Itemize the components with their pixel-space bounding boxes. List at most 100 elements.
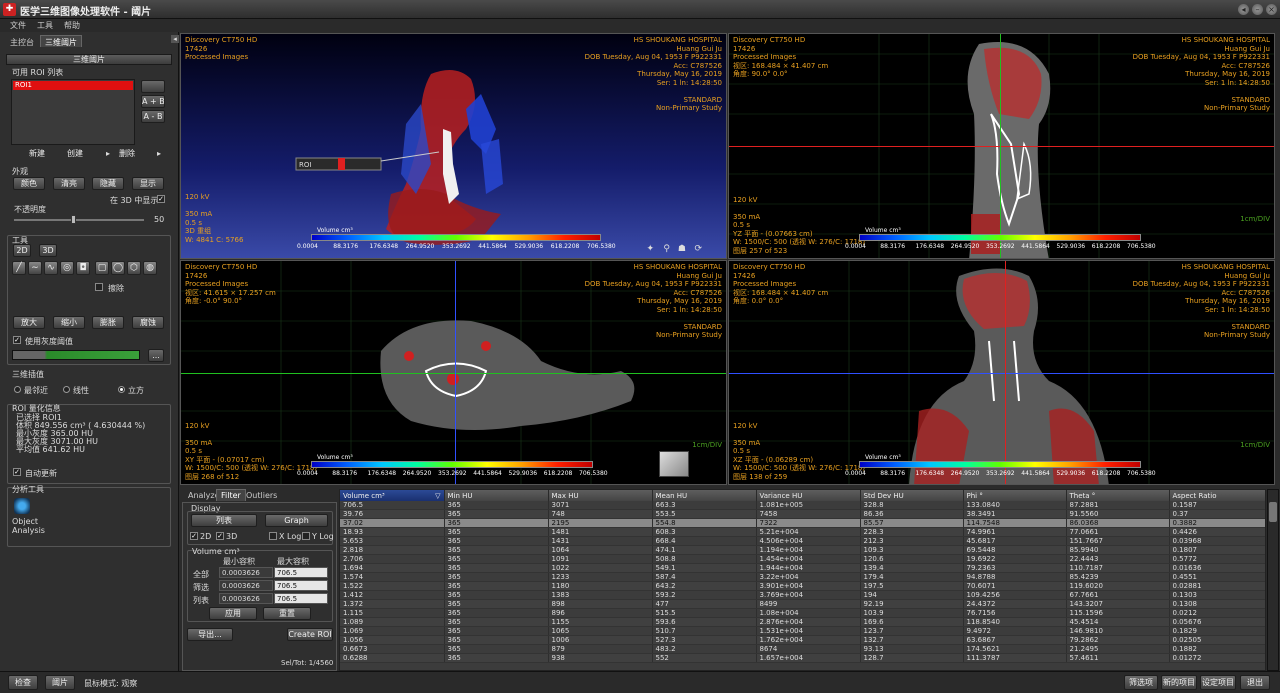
table-cell[interactable]: 0.02881 — [1169, 581, 1265, 592]
table-cell[interactable]: 365 — [444, 635, 549, 646]
table-cell[interactable]: 5.653 — [340, 536, 445, 547]
clear-button[interactable]: 清亮 — [53, 177, 85, 190]
table-cell[interactable]: 169.6 — [860, 617, 964, 628]
table-cell[interactable]: 86.36 — [860, 509, 964, 520]
exit-button[interactable]: 退出 — [1240, 675, 1270, 690]
graph-button[interactable]: Graph — [265, 514, 328, 527]
roi-side-button[interactable] — [141, 80, 165, 93]
table-cell[interactable]: 0.1882 — [1169, 644, 1265, 655]
restore-button[interactable]: ◂ — [1238, 4, 1249, 15]
table-cell[interactable]: 0.0212 — [1169, 608, 1265, 619]
column-header[interactable]: Phi ° — [963, 490, 1067, 501]
reset-button[interactable]: 重置 — [263, 607, 311, 620]
minimize-button[interactable]: – — [1252, 4, 1263, 15]
table-cell[interactable]: 197.5 — [860, 581, 964, 592]
table-cell[interactable]: 365 — [444, 509, 549, 520]
table-row[interactable]: 2.818 365 1064 474.1 1.194e+004 109.3 69.5448 8… — [340, 545, 1265, 556]
table-cell[interactable]: 643.2 — [652, 581, 757, 592]
table-cell[interactable]: 93.13 — [860, 644, 964, 655]
tab-console[interactable]: 主控台 — [6, 36, 38, 48]
table-cell[interactable]: 111.3787 — [963, 653, 1067, 664]
table-cell[interactable]: 0.1308 — [1169, 599, 1265, 610]
table-row[interactable]: 1.069 365 1065 510.7 1.531e+004 123.7 9.4972 14… — [340, 626, 1265, 637]
table-cell[interactable]: 365 — [444, 653, 549, 664]
opacity-slider-handle[interactable] — [70, 215, 76, 224]
zoom-in-button[interactable]: 放大 — [13, 316, 45, 329]
use-threshold-checkbox[interactable]: ✓ — [13, 336, 21, 344]
table-cell[interactable]: 57.4611 — [1066, 653, 1170, 664]
table-cell[interactable]: 7458 — [756, 509, 861, 520]
table-cell[interactable]: 86.0368 — [1066, 518, 1170, 529]
table-cell[interactable]: 587.4 — [652, 572, 757, 583]
camera-icon[interactable]: ☗ — [678, 244, 686, 254]
table-cell[interactable]: 2.818 — [340, 545, 445, 556]
menu-tools[interactable]: 工具 — [37, 20, 53, 31]
table-cell[interactable]: 365 — [444, 572, 549, 583]
min-volume-field[interactable]: 0.0003626 — [219, 567, 273, 578]
table-cell[interactable]: 748 — [548, 509, 653, 520]
opacity-slider[interactable] — [14, 219, 144, 221]
tab-outliers[interactable]: Outliers — [242, 490, 281, 502]
object-analysis-icon[interactable] — [14, 498, 30, 514]
table-cell[interactable]: 22.4443 — [1066, 554, 1170, 565]
table-cell[interactable]: 510.7 — [652, 626, 757, 637]
table-cell[interactable]: 328.8 — [860, 501, 964, 511]
column-header[interactable]: Theta ° — [1066, 490, 1170, 501]
table-cell[interactable]: 1383 — [548, 590, 653, 601]
table-cell[interactable]: 1091 — [548, 554, 653, 565]
table-cell[interactable]: 365 — [444, 527, 549, 538]
table-cell[interactable]: 668.4 — [652, 536, 757, 547]
table-cell[interactable]: 2.706 — [340, 554, 445, 565]
viewport-axial[interactable]: Discovery CT750 HD 17426 Processed Image… — [180, 260, 727, 485]
table-cell[interactable]: 38.3491 — [963, 509, 1067, 520]
table-cell[interactable]: 24.4372 — [963, 599, 1067, 610]
table-cell[interactable]: 1481 — [548, 527, 653, 538]
show-button[interactable]: 显示 — [132, 177, 164, 190]
table-cell[interactable]: 706.5 — [340, 501, 445, 511]
column-header[interactable]: Mean HU — [652, 490, 757, 501]
table-cell[interactable]: 70.6071 — [963, 581, 1067, 592]
table-cell[interactable]: 76.7156 — [963, 608, 1067, 619]
table-scrollbar-thumb[interactable] — [1269, 502, 1277, 522]
chevron-right-icon[interactable]: ▸ — [106, 149, 110, 158]
tab-3d-threshold[interactable]: 三维阈片 — [40, 35, 82, 47]
table-cell[interactable]: 143.3207 — [1066, 599, 1170, 610]
table-cell[interactable]: 593.6 — [652, 617, 757, 628]
table-cell[interactable]: 365 — [444, 581, 549, 592]
xlog-checkbox[interactable] — [269, 532, 277, 540]
mode-2d-button[interactable]: 2D — [13, 244, 31, 257]
table-cell[interactable]: 8674 — [756, 644, 861, 655]
apply-button[interactable]: 应用 — [209, 607, 257, 620]
table-row[interactable]: 18.93 365 1481 608.3 5.21e+004 228.3 74.9961 77… — [340, 527, 1265, 538]
table-cell[interactable]: 0.37 — [1169, 509, 1265, 520]
auto-update-checkbox[interactable]: ✓ — [13, 468, 21, 476]
table-cell[interactable]: 508.8 — [652, 554, 757, 565]
table-cell[interactable]: 39.76 — [340, 509, 445, 520]
table-cell[interactable]: 549.1 — [652, 563, 757, 574]
table-cell[interactable]: 1.657e+004 — [756, 653, 861, 664]
export-button[interactable]: 导出... — [187, 628, 233, 641]
table-cell[interactable]: 132.7 — [860, 635, 964, 646]
table-cell[interactable]: 365 — [444, 644, 549, 655]
results-table[interactable]: Volume cm³ ▽ Min HU Max HU Mean HU Variance H… — [340, 490, 1265, 664]
crosshair-vertical[interactable] — [1000, 34, 1001, 258]
orientation-icon[interactable]: ⚲ — [663, 244, 670, 254]
table-cell[interactable]: 37.02 — [340, 518, 445, 529]
crosshair-horizontal[interactable] — [729, 373, 1274, 374]
color-button[interactable]: 颜色 — [13, 177, 45, 190]
table-row[interactable]: 706.5 365 3071 663.3 1.081e+005 328.8 133.0840… — [340, 501, 1265, 511]
table-cell[interactable]: 109.3 — [860, 545, 964, 556]
table-cell[interactable]: 527.3 — [652, 635, 757, 646]
max-volume-field[interactable]: 706.5 — [274, 580, 328, 591]
table-cell[interactable]: 898 — [548, 599, 653, 610]
table-cell[interactable]: 85.57 — [860, 518, 964, 529]
table-row[interactable]: 37.02 365 2195 554.8 7322 85.57 114.7548 86.036… — [340, 518, 1265, 529]
table-cell[interactable]: 365 — [444, 563, 549, 574]
table-cell[interactable]: 1.056 — [340, 635, 445, 646]
crosshair-horizontal[interactable] — [729, 146, 1274, 147]
crosshair-horizontal[interactable] — [181, 373, 726, 374]
table-cell[interactable]: 0.6288 — [340, 653, 445, 664]
table-cell[interactable]: 94.8788 — [963, 572, 1067, 583]
table-cell[interactable]: 87.2881 — [1066, 501, 1170, 511]
table-cell[interactable]: 365 — [444, 554, 549, 565]
